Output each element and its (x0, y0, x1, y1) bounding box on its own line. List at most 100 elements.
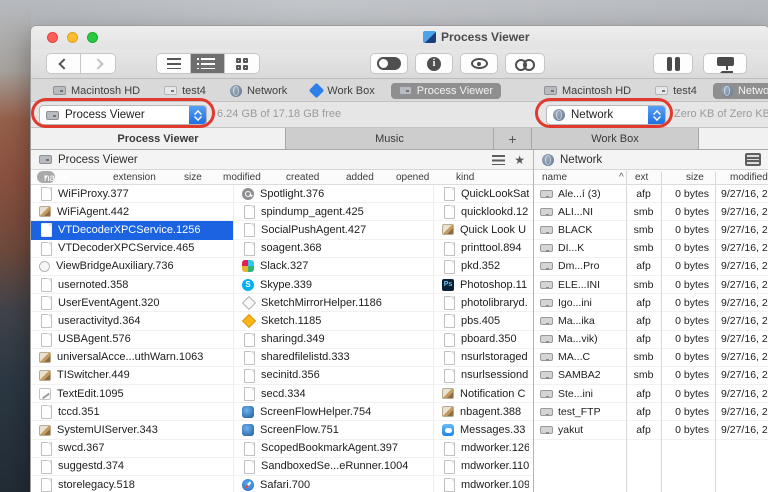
header-extension[interactable]: extension (113, 172, 156, 183)
view-options-icon[interactable] (745, 153, 761, 166)
favorite-macintosh-hd[interactable]: Macintosh HD (45, 83, 148, 99)
file-item[interactable]: storelegacy.518 (31, 476, 233, 492)
header-ext[interactable]: ext (635, 172, 648, 183)
close-button[interactable] (47, 32, 58, 43)
file-item[interactable]: SystemUIServer.343 (31, 421, 233, 440)
table-row[interactable]: test_FTP afp 0 bytes 9/27/16, 2: (534, 403, 768, 422)
file-item[interactable]: usernoted.358 (31, 276, 233, 295)
file-item[interactable]: VTDecoderXPCService.1256 (31, 221, 233, 240)
file-item[interactable]: nsurlsessiond (434, 367, 533, 386)
quick-look-button[interactable] (460, 53, 498, 74)
zoom-button[interactable] (87, 32, 98, 43)
file-item[interactable]: Safari.700 (234, 476, 433, 492)
file-item[interactable]: pkd.352 (434, 258, 533, 276)
file-item[interactable]: sharingd.349 (234, 331, 433, 349)
back-button[interactable] (47, 54, 81, 73)
file-item[interactable]: Skype.339 (234, 276, 433, 295)
header-modified[interactable]: modified (223, 172, 261, 183)
file-item[interactable]: WiFiAgent.442 (31, 203, 233, 222)
file-item[interactable]: pboard.350 (434, 331, 533, 349)
file-item[interactable]: Spotlight.376 (234, 185, 433, 204)
table-row[interactable]: MA...C smb 0 bytes 9/27/16, 2: (534, 349, 768, 367)
table-row[interactable]: DI...K smb 0 bytes 9/27/16, 2: (534, 240, 768, 258)
forward-button[interactable] (81, 54, 115, 73)
favorite-process-viewer[interactable]: Process Viewer (390, 82, 501, 99)
favorite-network[interactable]: Network (712, 82, 768, 99)
file-item[interactable]: printtool.894 (434, 240, 533, 258)
favorite-work-box[interactable]: Work Box (303, 82, 382, 99)
file-item[interactable]: Sketch.1185 (234, 312, 433, 331)
get-info-button[interactable]: i (415, 53, 453, 74)
favorite-test4[interactable]: test4 (156, 83, 214, 99)
dual-pane-button[interactable] (653, 53, 693, 74)
header-opened[interactable]: opened (396, 172, 429, 183)
table-row[interactable]: Ale...í (3) afp 0 bytes 9/27/16, 2: (534, 185, 768, 204)
file-item[interactable]: Notification C (434, 385, 533, 404)
detail-view-button[interactable] (191, 54, 225, 73)
file-item[interactable]: photolibraryd. (434, 294, 533, 313)
file-item[interactable]: tccd.351 (31, 403, 233, 422)
file-item[interactable]: TISwitcher.449 (31, 367, 233, 386)
table-row[interactable]: Dm...Pro afp 0 bytes 9/27/16, 2: (534, 258, 768, 276)
file-item[interactable]: QuickLookSat (434, 185, 533, 204)
left-path-bar[interactable]: Process Viewer ★ (31, 150, 533, 170)
header-name[interactable]: name (542, 172, 567, 183)
table-row[interactable]: Ma...ika afp 0 bytes 9/27/16, 2: (534, 312, 768, 331)
file-item[interactable]: ScopedBookmarkAgent.397 (234, 440, 433, 458)
file-item[interactable]: suggestd.374 (31, 458, 233, 476)
file-item[interactable]: Quick Look U (434, 221, 533, 240)
table-row[interactable]: ALI...NI smb 0 bytes 9/27/16, 2: (534, 203, 768, 222)
table-row[interactable]: yakut afp 0 bytes 9/27/16, 2: (534, 421, 768, 440)
table-row[interactable]: ELE...INI smb 0 bytes 9/27/16, 2: (534, 276, 768, 295)
file-item[interactable]: universalAcce...uthWarn.1063 (31, 349, 233, 367)
titlebar[interactable]: Process Viewer (31, 26, 768, 49)
tab-process-viewer[interactable]: Process Viewer (31, 128, 286, 149)
file-item[interactable]: Messages.33 (434, 421, 533, 440)
file-item[interactable]: nsurlstoraged (434, 349, 533, 367)
file-item[interactable]: soagent.368 (234, 240, 433, 258)
left-volume-select[interactable]: Process Viewer (39, 105, 207, 125)
file-item[interactable]: WiFiProxy.377 (31, 185, 233, 204)
minimize-button[interactable] (67, 32, 78, 43)
file-item[interactable]: secinitd.356 (234, 367, 433, 386)
search-button[interactable] (505, 53, 545, 74)
file-item[interactable]: TextEdit.1095 (31, 385, 233, 404)
header-added[interactable]: added (346, 172, 374, 183)
file-item[interactable]: secd.334 (234, 385, 433, 404)
header-size[interactable]: size (184, 172, 202, 183)
file-item[interactable]: ViewBridgeAuxiliary.736 (31, 258, 233, 276)
file-item[interactable]: ScreenFlow.751 (234, 421, 433, 440)
file-item[interactable]: Slack.327 (234, 258, 433, 276)
table-row[interactable]: SAMBA2 smb 0 bytes 9/27/16, 2: (534, 367, 768, 386)
file-item[interactable]: ScreenFlowHelper.754 (234, 403, 433, 422)
right-path-bar[interactable]: Network (534, 150, 768, 170)
file-item[interactable]: Photoshop.11 (434, 276, 533, 295)
header-modified[interactable]: modified (730, 172, 768, 183)
tab-work-box[interactable]: Work Box (532, 128, 699, 149)
file-item[interactable]: mdworker.109 (434, 476, 533, 492)
file-item[interactable]: useractivityd.364 (31, 312, 233, 331)
file-item[interactable]: quicklookd.12 (434, 203, 533, 222)
table-row[interactable]: Ma...vik) afp 0 bytes 9/27/16, 2: (534, 331, 768, 349)
file-item[interactable]: mdworker.126 (434, 440, 533, 458)
table-row[interactable]: Ste...ini afp 0 bytes 9/27/16, 2: (534, 385, 768, 404)
header-size[interactable]: size (686, 172, 704, 183)
file-item[interactable]: spindump_agent.425 (234, 203, 433, 222)
favorite-star-icon[interactable]: ★ (514, 154, 525, 166)
file-item[interactable]: VTDecoderXPCService.465 (31, 240, 233, 258)
file-item[interactable]: mdworker.110 (434, 458, 533, 476)
file-item[interactable]: pbs.405 (434, 312, 533, 331)
file-item[interactable]: SketchMirrorHelper.1186 (234, 294, 433, 313)
table-row[interactable]: Igo...ini afp 0 bytes 9/27/16, 2: (534, 294, 768, 313)
header-kind[interactable]: kind (456, 172, 474, 183)
sort-lines-icon[interactable] (492, 154, 506, 165)
favorite-network[interactable]: Network (222, 83, 295, 99)
favorite-test4[interactable]: test4 (647, 83, 705, 99)
header-name[interactable]: name ▾ (37, 171, 69, 184)
table-row[interactable]: BLACK smb 0 bytes 9/27/16, 2: (534, 221, 768, 240)
favorite-macintosh-hd[interactable]: Macintosh HD (536, 83, 639, 99)
grid-view-button[interactable] (225, 54, 259, 73)
header-created[interactable]: created (286, 172, 319, 183)
file-item[interactable]: nbagent.388 (434, 403, 533, 422)
file-item[interactable]: SandboxedSe...eRunner.1004 (234, 458, 433, 476)
